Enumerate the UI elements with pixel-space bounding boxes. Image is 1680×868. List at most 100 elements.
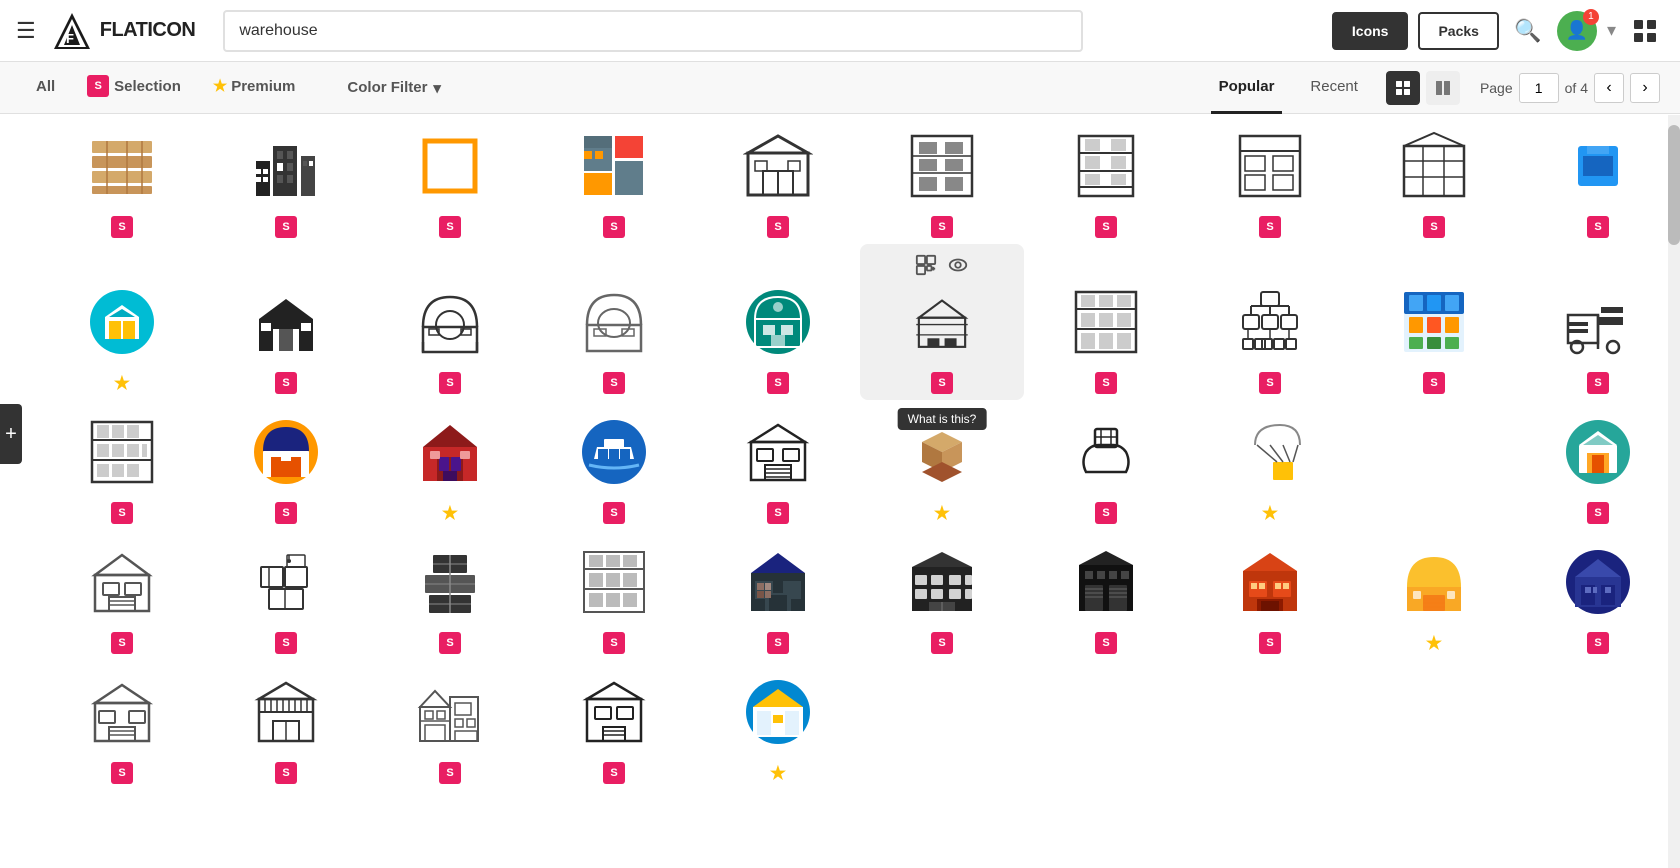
large-grid-view-button[interactable] <box>1426 71 1460 105</box>
list-item[interactable]: ★ <box>860 400 1024 530</box>
tab-premium[interactable]: ★ Premium <box>197 62 312 114</box>
prev-page-button[interactable]: ‹ <box>1594 73 1624 103</box>
list-item[interactable]: S <box>696 114 860 244</box>
icon-image <box>82 126 162 206</box>
list-item[interactable]: S <box>1024 244 1188 400</box>
icon-image <box>902 412 982 492</box>
icon-image <box>738 672 818 752</box>
packs-button[interactable]: Packs <box>1418 12 1498 50</box>
icon-badge-premium: ★ <box>111 372 133 394</box>
list-item[interactable]: S <box>40 400 204 530</box>
notification-badge: 1 <box>1583 9 1599 25</box>
list-item[interactable]: ★ <box>368 400 532 530</box>
list-item[interactable]: S <box>1516 400 1680 530</box>
sort-recent[interactable]: Recent <box>1302 62 1366 114</box>
user-avatar[interactable]: 👤 1 <box>1557 11 1597 51</box>
list-item[interactable]: S <box>860 114 1024 244</box>
color-filter-button[interactable]: Color Filter ▾ <box>331 62 457 114</box>
app-header: ☰ F FLATICON Icons Packs 🔍 👤 1 ▾ <box>0 0 1680 62</box>
list-item[interactable]: S <box>1024 114 1188 244</box>
list-item[interactable]: S <box>532 530 696 660</box>
sort-popular[interactable]: Popular <box>1211 62 1283 114</box>
list-item[interactable]: S <box>1516 530 1680 660</box>
page-input[interactable] <box>1519 73 1559 103</box>
list-item[interactable]: S <box>532 400 696 530</box>
icon-badge-premium: ★ <box>931 502 953 524</box>
side-add-button[interactable]: + <box>0 404 22 464</box>
icon-image <box>246 412 326 492</box>
grid-view-button[interactable] <box>1386 71 1420 105</box>
icon-badge: S <box>603 762 625 784</box>
add-collection-icon[interactable] <box>915 254 937 276</box>
icon-grid: S S <box>20 114 1680 790</box>
icon-badge: S <box>767 216 789 238</box>
list-item[interactable]: S <box>1024 530 1188 660</box>
list-item[interactable]: S <box>368 244 532 400</box>
list-item[interactable]: S <box>860 530 1024 660</box>
list-item[interactable]: S <box>696 244 860 400</box>
list-item[interactable]: ★ <box>40 244 204 400</box>
icon-badge: S <box>603 632 625 654</box>
list-item[interactable]: S <box>204 114 368 244</box>
list-item[interactable]: S <box>1188 530 1352 660</box>
list-item[interactable]: S <box>1024 400 1188 530</box>
icon-badge: S <box>111 502 133 524</box>
grid-switch-icon[interactable] <box>1626 12 1664 50</box>
icon-image <box>246 672 326 752</box>
tab-all[interactable]: All <box>20 62 71 114</box>
chevron-down-icon[interactable]: ▾ <box>1607 20 1616 41</box>
tab-selection[interactable]: S Selection <box>71 62 197 114</box>
list-item[interactable]: S <box>1352 114 1516 244</box>
list-item[interactable]: S <box>204 244 368 400</box>
icon-image <box>738 412 818 492</box>
list-item[interactable]: ★ <box>1352 530 1516 660</box>
list-item[interactable]: ★ <box>696 660 860 790</box>
list-item[interactable]: S What is this? <box>860 244 1024 400</box>
list-item[interactable]: S <box>40 530 204 660</box>
search-icon[interactable]: 🔍 <box>1509 12 1547 50</box>
icon-badge: S <box>1095 372 1117 394</box>
list-item[interactable]: S <box>532 114 696 244</box>
icon-badge: S <box>767 372 789 394</box>
list-item[interactable]: S <box>1188 114 1352 244</box>
list-item[interactable]: S <box>40 660 204 790</box>
svg-text:F: F <box>66 31 74 46</box>
list-item[interactable]: S <box>696 530 860 660</box>
list-item[interactable]: S <box>1188 244 1352 400</box>
hamburger-icon[interactable]: ☰ <box>16 18 36 44</box>
list-item[interactable]: S <box>1516 244 1680 400</box>
search-input[interactable] <box>223 10 1083 52</box>
list-item[interactable]: S <box>40 114 204 244</box>
icon-badge: S <box>439 762 461 784</box>
selection-badge: S <box>87 75 109 97</box>
list-item[interactable]: S <box>368 114 532 244</box>
preview-icon[interactable] <box>947 254 969 276</box>
logo[interactable]: F FLATICON <box>52 11 196 51</box>
icon-image <box>1230 126 1310 206</box>
list-item[interactable]: S <box>696 400 860 530</box>
icon-badge: S <box>111 216 133 238</box>
icon-badge: S <box>603 372 625 394</box>
list-item[interactable]: S <box>532 244 696 400</box>
icon-badge: S <box>1587 502 1609 524</box>
header-right: Icons Packs 🔍 👤 1 ▾ <box>1332 11 1664 51</box>
list-item[interactable]: S <box>204 400 368 530</box>
scrollbar-track[interactable] <box>1668 115 1680 868</box>
scrollbar-thumb[interactable] <box>1668 125 1680 245</box>
icon-badge: S <box>111 762 133 784</box>
list-item[interactable]: ★ <box>1188 400 1352 530</box>
icon-image <box>574 412 654 492</box>
premium-star: ★ <box>213 76 227 96</box>
icons-button[interactable]: Icons <box>1332 12 1409 50</box>
list-item[interactable]: S <box>1352 244 1516 400</box>
icon-image <box>574 126 654 206</box>
list-item[interactable]: S <box>204 530 368 660</box>
icon-badge: S <box>1259 216 1281 238</box>
list-item[interactable]: S <box>204 660 368 790</box>
list-item[interactable]: S <box>368 530 532 660</box>
list-item[interactable]: S <box>1516 114 1680 244</box>
icon-image <box>1558 542 1638 622</box>
list-item[interactable]: S <box>532 660 696 790</box>
next-page-button[interactable]: › <box>1630 73 1660 103</box>
list-item[interactable]: S <box>368 660 532 790</box>
